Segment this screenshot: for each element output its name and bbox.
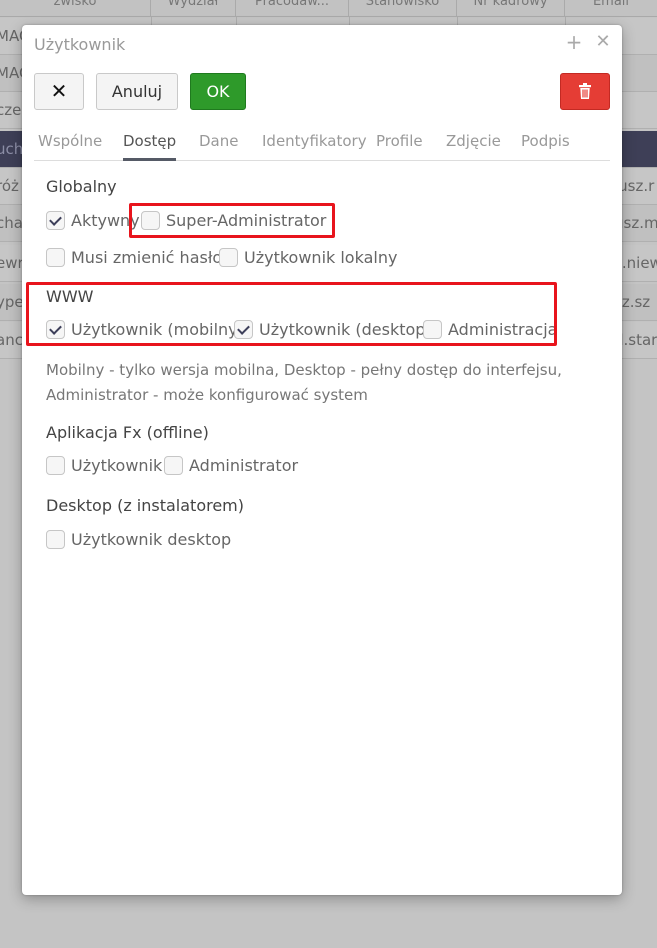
checkbox-unchecked-icon[interactable] [46, 247, 65, 267]
header-email[interactable]: Email [565, 0, 657, 17]
checkbox-unchecked-icon[interactable] [46, 529, 65, 549]
tab-identifiers[interactable]: Identyfikatory [262, 125, 367, 161]
section-www-title: WWW [46, 287, 94, 306]
table-header: zwisko Wydział Pracodaw... Stanowisko Nr… [0, 0, 657, 17]
checkbox-user-mobile[interactable]: Użytkownik (mobilny) [46, 318, 244, 340]
tab-signature[interactable]: Podpis [521, 125, 570, 161]
checkbox-label: Aktywny [71, 210, 140, 230]
header-position[interactable]: Stanowisko [349, 0, 457, 17]
close-button[interactable]: ✕ [34, 73, 84, 110]
header-surname[interactable]: zwisko [0, 0, 151, 17]
section-fx-title: Aplikacja Fx (offline) [46, 423, 209, 442]
checkbox-must-change-password[interactable]: Musi zmienić hasło [46, 246, 222, 268]
delete-button[interactable] [560, 73, 610, 110]
table-cell: ewr [0, 254, 24, 272]
checkbox-fx-user[interactable]: Użytkownik [46, 454, 162, 476]
header-employer[interactable]: Pracodaw... [236, 0, 349, 17]
checkbox-checked-icon[interactable] [46, 319, 65, 339]
section-global-title: Globalny [46, 177, 117, 196]
table-cell: uch [0, 140, 24, 158]
checkbox-active[interactable]: Aktywny [46, 209, 140, 231]
table-cell: anc [0, 331, 23, 349]
checkbox-label: Użytkownik lokalny [244, 247, 398, 267]
section-desktop-title: Desktop (z instalatorem) [46, 496, 245, 515]
checkbox-unchecked-icon[interactable] [423, 319, 442, 339]
checkbox-label: Użytkownik (mobilny) [71, 319, 244, 339]
checkbox-super-admin[interactable]: Super-Administrator [141, 209, 326, 231]
checkbox-fx-admin[interactable]: Administrator [164, 454, 298, 476]
checkbox-label: Super-Administrator [166, 210, 327, 230]
user-dialog: Użytkownik + ✕ ✕ Anuluj OK Wspólne Dostę… [22, 25, 622, 895]
checkbox-checked-icon[interactable] [234, 319, 253, 339]
tab-photo[interactable]: Zdjęcie [446, 125, 501, 161]
checkbox-label: Użytkownik (desktop) [259, 319, 432, 339]
tab-common[interactable]: Wspólne [38, 125, 102, 161]
checkbox-checked-icon[interactable] [46, 210, 65, 230]
checkbox-label: Musi zmienić hasło [71, 247, 223, 267]
checkbox-unchecked-icon[interactable] [141, 210, 160, 230]
checkbox-desktop-user[interactable]: Użytkownik desktop [46, 528, 231, 550]
checkbox-label: Administrator [189, 455, 299, 475]
checkbox-user-desktop[interactable]: Użytkownik (desktop) [234, 318, 432, 340]
tab-data[interactable]: Dane [199, 125, 238, 161]
tab-profiles[interactable]: Profile [376, 125, 423, 161]
tab-access[interactable]: Dostęp [123, 125, 177, 161]
trash-icon [579, 83, 591, 99]
table-cell: róż [0, 177, 19, 195]
ok-button[interactable]: OK [190, 73, 246, 110]
checkbox-unchecked-icon[interactable] [164, 455, 183, 475]
table-cell: cha [0, 214, 23, 232]
checkbox-label: Użytkownik [71, 455, 163, 475]
checkbox-local-user[interactable]: Użytkownik lokalny [219, 246, 397, 268]
cancel-button[interactable]: Anuluj [96, 73, 178, 110]
header-department[interactable]: Wydział [151, 0, 236, 17]
dialog-title: Użytkownik [34, 35, 126, 54]
tab-bar: Wspólne Dostęp Dane Identyfikatory Profi… [34, 125, 610, 161]
checkbox-label: Użytkownik desktop [71, 529, 232, 549]
table-cell: ype [0, 293, 24, 311]
checkbox-unchecked-icon[interactable] [46, 455, 65, 475]
checkbox-label: Administracja [448, 319, 558, 339]
checkbox-administration[interactable]: Administracja [423, 318, 557, 340]
checkbox-unchecked-icon[interactable] [219, 247, 238, 267]
www-description: Mobilny - tylko wersja mobilna, Desktop … [46, 361, 562, 404]
plus-icon[interactable]: + [564, 32, 584, 52]
header-staff-number[interactable]: Nr kadrowy [457, 0, 565, 17]
close-icon[interactable]: ✕ [593, 32, 613, 52]
